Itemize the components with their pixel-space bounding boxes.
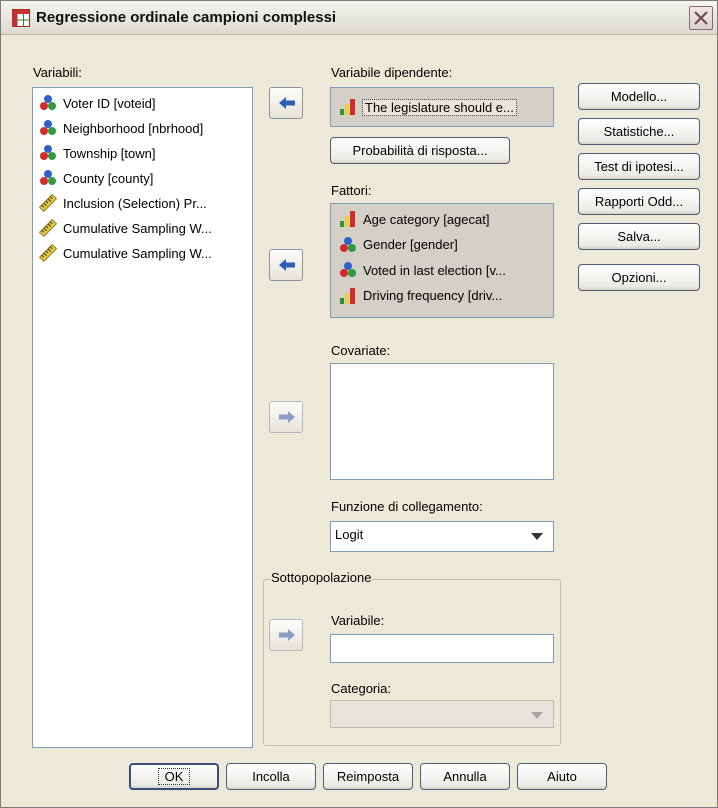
close-button[interactable] — [689, 6, 713, 30]
subpop-variable-field[interactable] — [330, 634, 554, 663]
link-function-select[interactable]: Logit — [330, 521, 554, 552]
arrow-left-icon — [279, 259, 295, 271]
list-item-label: Driving frequency [driv... — [363, 288, 503, 303]
list-item[interactable]: Township [town] — [39, 142, 156, 164]
help-button[interactable]: Aiuto — [517, 763, 607, 790]
subpop-category-select[interactable] — [330, 700, 554, 728]
title-bar: Regressione ordinale campioni complessi — [1, 1, 717, 35]
list-item-label: Township [town] — [63, 145, 156, 161]
subpop-variable-label: Variabile: — [331, 613, 385, 628]
list-item[interactable]: Driving frequency [driv... — [339, 285, 502, 307]
list-item-label: Cumulative Sampling W... — [63, 220, 212, 236]
list-item[interactable]: Voter ID [voteid] — [39, 92, 156, 114]
list-item-label: Cumulative Sampling W... — [63, 245, 212, 261]
list-item[interactable]: Neighborhood [nbrhood] — [39, 117, 203, 139]
nominal-icon — [40, 120, 56, 135]
dependent-variable-box[interactable]: The legislature should e... — [330, 87, 554, 127]
list-item-label: County [county] — [63, 170, 154, 186]
nominal-icon — [40, 170, 56, 185]
chevron-down-icon — [531, 533, 543, 540]
table-icon — [12, 9, 30, 27]
nominal-icon — [40, 95, 56, 110]
list-item-label: Voted in last election [v... — [363, 262, 506, 278]
close-icon — [694, 11, 708, 25]
statistics-button[interactable]: Statistiche... — [578, 118, 700, 145]
reset-button[interactable]: Reimposta — [323, 763, 413, 790]
arrow-left-icon — [279, 97, 295, 109]
chevron-down-icon — [531, 712, 543, 719]
link-function-value: Logit — [335, 527, 364, 542]
list-item-label: Neighborhood [nbrhood] — [63, 120, 204, 136]
nominal-icon — [40, 145, 56, 160]
factors-label: Fattori: — [331, 183, 372, 198]
scale-icon — [39, 219, 57, 237]
move-to-factors-button[interactable] — [269, 249, 303, 281]
save-button[interactable]: Salva... — [578, 223, 700, 250]
dependent-label: Variabile dipendente: — [331, 65, 453, 80]
ordinal-icon — [340, 99, 355, 115]
covariates-list[interactable] — [330, 363, 554, 480]
scale-icon — [39, 244, 57, 262]
options-button[interactable]: Opzioni... — [578, 264, 700, 291]
nominal-icon — [340, 236, 356, 252]
subpop-category-label: Categoria: — [331, 681, 391, 696]
dialog-window: Regressione ordinale campioni complessi … — [0, 0, 718, 808]
list-item-label: Voter ID [voteid] — [63, 95, 156, 111]
list-item-label: Inclusion (Selection) Pr... — [63, 195, 207, 211]
ok-button[interactable]: OK — [129, 763, 219, 790]
arrow-right-icon — [279, 411, 295, 423]
list-item-label: Age category [agecat] — [363, 211, 490, 227]
list-item[interactable]: Gender [gender] — [339, 234, 458, 256]
move-to-covariates-button[interactable] — [269, 401, 303, 433]
model-button[interactable]: Modello... — [578, 83, 700, 110]
odds-ratios-button[interactable]: Rapporti Odd... — [578, 188, 700, 215]
factors-list[interactable]: Age category [agecat] Gender [gender] Vote… — [330, 203, 554, 318]
paste-button[interactable]: Incolla — [226, 763, 316, 790]
ordinal-icon — [340, 211, 355, 227]
list-item-label: Gender [gender] — [363, 237, 458, 252]
variables-label: Variabili: — [33, 65, 82, 80]
move-to-dependent-button[interactable] — [269, 87, 303, 119]
list-item[interactable]: County [county] — [39, 167, 153, 189]
dependent-variable-item[interactable]: The legislature should e... — [339, 96, 517, 118]
ok-button-label: OK — [157, 768, 191, 785]
hypothesis-tests-button[interactable]: Test di ipotesi... — [578, 153, 700, 180]
window-title: Regressione ordinale campioni complessi — [36, 9, 337, 26]
link-function-label: Funzione di collegamento: — [331, 499, 483, 514]
list-item[interactable]: Cumulative Sampling W... — [39, 242, 212, 264]
scale-icon — [39, 194, 57, 212]
list-item[interactable]: Voted in last election [v... — [339, 259, 506, 281]
list-item[interactable]: Cumulative Sampling W... — [39, 217, 212, 239]
ordinal-icon — [340, 287, 355, 304]
nominal-icon — [340, 262, 356, 277]
cancel-button[interactable]: Annulla — [420, 763, 510, 790]
list-item[interactable]: Age category [agecat] — [339, 208, 489, 230]
response-probability-button[interactable]: Probabilità di risposta... — [330, 137, 510, 164]
variables-list[interactable]: Voter ID [voteid] Neighborhood [nbrhood] T… — [32, 87, 253, 748]
subpopulation-title: Sottopopolazione — [270, 570, 373, 585]
covariates-label: Covariate: — [331, 343, 391, 358]
list-item[interactable]: Inclusion (Selection) Pr... — [39, 192, 207, 214]
